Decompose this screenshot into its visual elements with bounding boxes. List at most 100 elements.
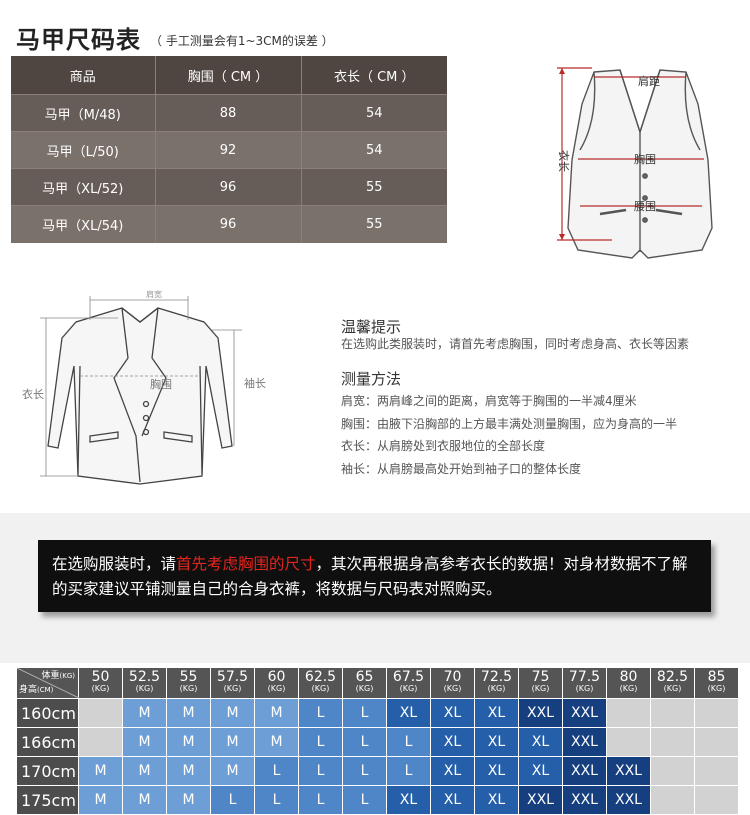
size-cell: XXL (562, 727, 607, 757)
height-label: 170cm (16, 756, 79, 786)
method-length: 衣长：从肩膀处到衣服地位的全部长度 (341, 439, 546, 453)
size-cell: M (78, 785, 123, 815)
size-cell (650, 698, 695, 728)
size-cell: XL (386, 785, 431, 815)
weight-header-cell: 80 (KG) (606, 667, 651, 699)
weight-value: 57.5 (216, 669, 249, 685)
size-cell: XL (430, 756, 475, 786)
cell-product: 马甲（M/48) (11, 94, 156, 132)
table-row: 166cm M M M M L L L XL XL XL XXL (16, 727, 739, 757)
weight-header-cell: 50 (KG) (78, 667, 123, 699)
header-length: 衣长（ CM ） (301, 56, 447, 95)
cell-length: 54 (301, 131, 447, 169)
size-cell: XXL (606, 785, 651, 815)
size-cell: XL (474, 756, 519, 786)
size-cell: XXL (518, 698, 563, 728)
size-cell: XXL (562, 756, 607, 786)
weight-header-cell: 52.5 (KG) (122, 667, 167, 699)
weight-header-cell: 70 (KG) (430, 667, 475, 699)
weight-header-cell: 67.5 (KG) (386, 667, 431, 699)
cell-chest: 96 (155, 205, 302, 243)
method-chest: 胸围：由腋下沿胸部的上方最丰满处测量胸围，应为身高的一半 (341, 417, 678, 431)
size-cell: M (122, 698, 167, 728)
vest-shoulder-label: 肩距 (638, 74, 660, 88)
size-cell: M (254, 727, 299, 757)
size-cell (694, 698, 739, 728)
weight-axis-label: 体重(KG) (41, 671, 76, 681)
size-cell (694, 727, 739, 757)
table-row: 马甲（XL/54) 96 55 (11, 205, 447, 243)
weight-header-cell: 75 (KG) (518, 667, 563, 699)
size-cell: M (78, 756, 123, 786)
size-cell: L (298, 756, 343, 786)
size-cell (606, 698, 651, 728)
weight-value: 55 (179, 669, 198, 685)
size-cell: L (210, 785, 255, 815)
weight-value: 65 (355, 669, 374, 685)
size-cell (650, 727, 695, 757)
size-cell (78, 727, 123, 757)
weight-value: 62.5 (304, 669, 337, 685)
corner-cell: 体重(KG) 身高(CM) (16, 667, 79, 699)
size-cell: L (342, 785, 387, 815)
table-row: 175cm M M M L L L L XL XL XL XXL XXL XXL (16, 785, 739, 815)
size-cell: XL (474, 698, 519, 728)
size-cell: XL (518, 756, 563, 786)
size-cell: L (386, 727, 431, 757)
weight-unit: (KG) (531, 684, 550, 693)
size-cell (694, 785, 739, 815)
table-row: 160cm M M M M L L XL XL XL XXL XXL (16, 698, 739, 728)
height-axis-label: 身高(CM) (19, 685, 54, 695)
cell-chest: 92 (155, 131, 302, 169)
notice-highlight: 首先考虑胸围的尺寸 (176, 555, 316, 573)
page-subtitle: （ 手工测量会有1~3CM的误差 ） (150, 34, 334, 48)
weight-value: 52.5 (128, 669, 161, 685)
weight-header-cell: 85 (KG) (694, 667, 739, 699)
notice-text: 在选购服装时，请首先考虑胸围的尺寸，其次再根据身高参考衣长的数据！对身材数据不了… (52, 552, 702, 602)
notice-banner: 在选购服装时，请首先考虑胸围的尺寸，其次再根据身高参考衣长的数据！对身材数据不了… (38, 540, 711, 612)
size-cell: XL (430, 785, 475, 815)
size-cell: M (166, 756, 211, 786)
height-label: 166cm (16, 727, 79, 757)
size-cell: M (166, 785, 211, 815)
size-cell: L (298, 785, 343, 815)
weight-value: 75 (531, 669, 550, 685)
header-product: 商品 (11, 56, 156, 95)
size-cell: L (254, 756, 299, 786)
table-row: 马甲（M/48) 88 54 (11, 94, 447, 132)
height-weight-size-chart: 体重(KG) 身高(CM) 50 (KG) 52.5 (KG) 55 (KG) 57.5 (K… (16, 667, 739, 815)
cell-product: 马甲（XL/54) (11, 205, 156, 243)
tips-heading: 温馨提示 (341, 318, 402, 336)
notice-part1: 在选购服装时，请 (52, 555, 177, 573)
vest-length-label: 衣长 (557, 150, 571, 172)
size-cell: M (210, 756, 255, 786)
weight-value: 77.5 (568, 669, 601, 685)
cell-length: 55 (301, 168, 447, 206)
weight-header-row: 体重(KG) 身高(CM) 50 (KG) 52.5 (KG) 55 (KG) 57.5 (K… (16, 667, 739, 699)
size-cell: XL (430, 727, 475, 757)
size-cell: XL (474, 785, 519, 815)
weight-value: 80 (619, 669, 638, 685)
size-cell: M (166, 698, 211, 728)
size-cell (606, 727, 651, 757)
weight-unit: (KG) (707, 684, 726, 693)
weight-header-cell: 62.5 (KG) (298, 667, 343, 699)
weight-header-cell: 82.5 (KG) (650, 667, 695, 699)
cell-chest: 96 (155, 168, 302, 206)
size-cell: L (298, 727, 343, 757)
weight-header-cell: 77.5 (KG) (562, 667, 607, 699)
size-cell: XL (474, 727, 519, 757)
weight-header-cell: 55 (KG) (166, 667, 211, 699)
table-row: 马甲（L/50) 92 54 (11, 131, 447, 169)
jacket-sleeve-label: 袖长 (244, 376, 266, 390)
table-row: 马甲（XL/52) 96 55 (11, 168, 447, 206)
weight-unit: (KG) (267, 684, 286, 693)
size-cell (650, 785, 695, 815)
size-cell: M (210, 698, 255, 728)
method-sleeve: 袖长：从肩膀最高处开始到袖子口的整体长度 (341, 462, 582, 476)
cell-product: 马甲（L/50) (11, 131, 156, 169)
size-cell (650, 756, 695, 786)
weight-unit: (KG) (355, 684, 374, 693)
weight-unit: (KG) (443, 684, 462, 693)
weight-header-cell: 72.5 (KG) (474, 667, 519, 699)
